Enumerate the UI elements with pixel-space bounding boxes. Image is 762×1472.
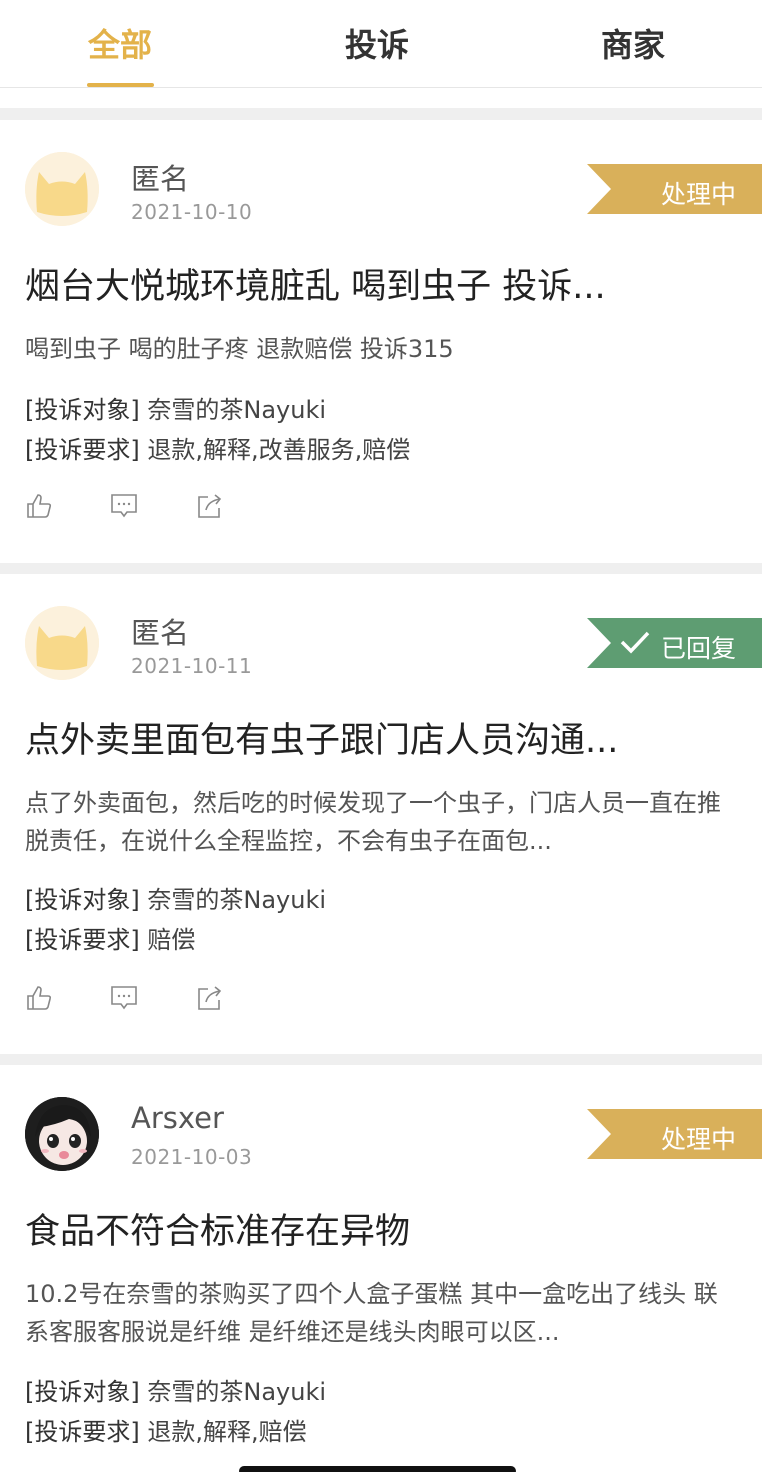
cat-avatar[interactable] xyxy=(25,606,99,680)
status-label: 已回复 xyxy=(660,634,736,663)
status-label: 处理中 xyxy=(660,180,736,209)
post-date: 2021-10-03 xyxy=(131,1145,253,1169)
comment-icon[interactable] xyxy=(110,984,138,1012)
post-date: 2021-10-11 xyxy=(131,654,253,678)
status-badge: 已回复 xyxy=(587,618,762,668)
thumbs-up-icon[interactable] xyxy=(25,492,53,520)
home-indicator[interactable] xyxy=(239,1466,516,1472)
divider xyxy=(0,108,762,120)
divider xyxy=(0,563,762,574)
post-title[interactable]: 食品不符合标准存在异物 xyxy=(25,1203,410,1254)
active-tab-indicator xyxy=(87,83,154,87)
post-description[interactable]: 10.2号在奈雪的茶购买了四个人盒子蛋糕 其中一盒吃出了线头 联系客服客服说是纤… xyxy=(25,1275,737,1351)
complaint-target: [投诉对象] 奈雪的茶Nayuki xyxy=(25,886,327,914)
post-title[interactable]: 烟台大悦城环境脏乱 喝到虫子 投诉... xyxy=(25,258,606,309)
complaint-demand: [投诉要求] 退款,解释,赔偿 xyxy=(25,1418,307,1446)
complaint-demand: [投诉要求] 退款,解释,改善服务,赔偿 xyxy=(25,436,411,464)
tab-merchants[interactable]: 商家 xyxy=(533,20,733,66)
complaint-card[interactable]: 匿名 2021-10-11 已回复 点外卖里面包有虫子跟门店人员沟通... 点了… xyxy=(0,574,762,1054)
tab-bar: 全部 投诉 商家 xyxy=(0,0,762,88)
username[interactable]: 匿名 xyxy=(131,610,189,652)
complaint-card[interactable]: Arsxer 2021-10-03 处理中 食品不符合标准存在异物 10.2号在… xyxy=(0,1065,762,1472)
status-badge: 处理中 xyxy=(587,1109,762,1159)
share-icon[interactable] xyxy=(196,984,224,1012)
status-badge: 处理中 xyxy=(587,164,762,214)
divider xyxy=(0,1054,762,1065)
check-icon xyxy=(620,631,650,654)
post-description[interactable]: 喝到虫子 喝的肚子疼 退款赔偿 投诉315 xyxy=(25,330,737,368)
username[interactable]: 匿名 xyxy=(131,156,189,198)
post-title[interactable]: 点外卖里面包有虫子跟门店人员沟通... xyxy=(25,712,618,763)
comment-icon[interactable] xyxy=(110,492,138,520)
username[interactable]: Arsxer xyxy=(131,1101,224,1135)
tab-complaints[interactable]: 投诉 xyxy=(277,20,477,66)
cat-avatar[interactable] xyxy=(25,152,99,226)
complaint-target: [投诉对象] 奈雪的茶Nayuki xyxy=(25,1378,327,1406)
status-label: 处理中 xyxy=(660,1125,736,1154)
post-description[interactable]: 点了外卖面包，然后吃的时候发现了一个虫子，门店人员一直在推脱责任，在说什么全程监… xyxy=(25,784,737,860)
complaint-demand: [投诉要求] 赔偿 xyxy=(25,926,196,954)
complaint-target: [投诉对象] 奈雪的茶Nayuki xyxy=(25,396,327,424)
thumbs-up-icon[interactable] xyxy=(25,984,53,1012)
tab-all[interactable]: 全部 xyxy=(20,20,220,66)
anime-girl-avatar[interactable] xyxy=(25,1097,99,1171)
post-date: 2021-10-10 xyxy=(131,200,253,224)
complaint-card[interactable]: 匿名 2021-10-10 处理中 烟台大悦城环境脏乱 喝到虫子 投诉... 喝… xyxy=(0,120,762,563)
share-icon[interactable] xyxy=(196,492,224,520)
